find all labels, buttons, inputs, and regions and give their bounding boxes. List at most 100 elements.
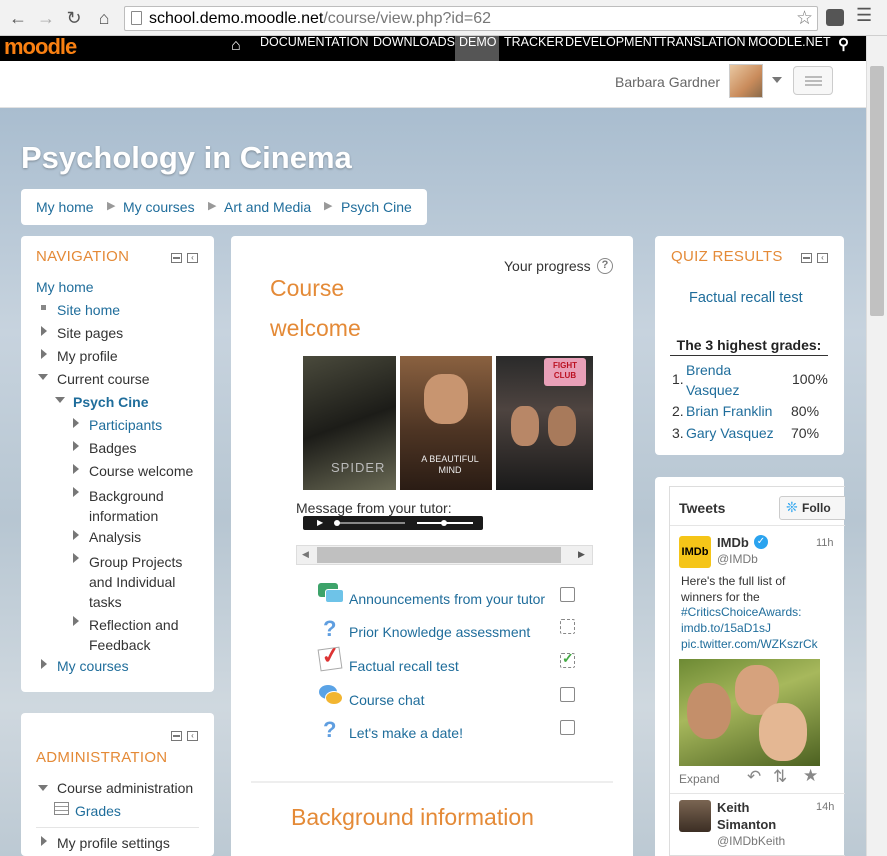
- horizontal-scrollbar[interactable]: ◀ ▶: [296, 545, 593, 565]
- nav-group-projects[interactable]: Group Projects and Individual tasks: [89, 552, 204, 612]
- tweet-link[interactable]: imdb.to/15aD1sJ: [681, 621, 771, 635]
- scrollbar[interactable]: [866, 36, 887, 856]
- activity-make-a-date[interactable]: Let's make a date!: [349, 725, 463, 741]
- nav-my-profile[interactable]: My profile: [57, 348, 118, 364]
- grade-name[interactable]: Brenda Vasquez: [686, 360, 746, 400]
- nav-badges[interactable]: Badges: [89, 440, 136, 456]
- activity-announcements[interactable]: Announcements from your tutor: [349, 591, 545, 607]
- breadcrumb-psych-cine[interactable]: Psych Cine: [341, 199, 412, 215]
- admin-course-administration[interactable]: Course administration: [57, 780, 193, 796]
- expand-icon[interactable]: [73, 418, 79, 428]
- tweet-pic-link[interactable]: pic.twitter.com/WZKszrCk: [681, 637, 818, 651]
- audio-progress-track[interactable]: [335, 522, 405, 524]
- collapse-icon[interactable]: [171, 731, 182, 741]
- reply-icon[interactable]: ↶: [747, 767, 761, 787]
- tweet-expand[interactable]: Expand: [679, 772, 720, 786]
- expand-icon[interactable]: [41, 349, 47, 359]
- breadcrumb-my-home[interactable]: My home: [36, 199, 94, 215]
- horizontal-scroll-thumb[interactable]: [317, 547, 561, 563]
- expand-icon[interactable]: [73, 616, 79, 626]
- expand-icon[interactable]: [41, 659, 47, 669]
- play-icon[interactable]: ▶: [317, 518, 323, 527]
- nav-moodle-net[interactable]: MOODLE.NET: [748, 36, 831, 61]
- dock-icon[interactable]: ‹: [187, 253, 198, 263]
- tweet2-author-name[interactable]: Keith Simanton: [717, 799, 776, 833]
- expand-icon[interactable]: [73, 487, 79, 497]
- moodle-logo[interactable]: moodle: [4, 34, 77, 60]
- dock-icon[interactable]: ‹: [817, 253, 828, 263]
- collapse-icon[interactable]: [801, 253, 812, 263]
- tweet-author-name[interactable]: IMDb: [717, 535, 749, 550]
- favorite-icon[interactable]: ★: [803, 766, 818, 786]
- poster-fight-club[interactable]: FIGHT CLUB: [496, 356, 593, 490]
- completion-checkbox[interactable]: [560, 619, 575, 634]
- grade-name[interactable]: Brian Franklin: [686, 403, 772, 419]
- activity-factual-recall-test[interactable]: Factual recall test: [349, 658, 459, 674]
- nav-site-pages[interactable]: Site pages: [57, 325, 123, 341]
- nav-tracker[interactable]: TRACKER: [504, 36, 564, 61]
- activity-prior-knowledge[interactable]: Prior Knowledge assessment: [349, 624, 530, 640]
- pocket-icon[interactable]: [826, 9, 844, 26]
- tweet2-avatar[interactable]: [679, 800, 711, 832]
- expand-icon[interactable]: [41, 326, 47, 336]
- scrollbar-thumb[interactable]: [870, 66, 884, 316]
- scroll-right-icon[interactable]: ▶: [578, 549, 585, 560]
- expand-icon[interactable]: [73, 464, 79, 474]
- home-icon[interactable]: ⌂: [92, 6, 116, 30]
- menu-icon[interactable]: ☰: [856, 5, 872, 26]
- admin-grades[interactable]: Grades: [75, 803, 121, 819]
- address-bar[interactable]: school.demo.moodle.net/course/view.php?i…: [124, 6, 818, 31]
- nav-translation[interactable]: TRANSLATION: [659, 36, 746, 61]
- quiz-link-factual-recall[interactable]: Factual recall test: [689, 290, 803, 306]
- retweet-icon[interactable]: ⇅: [773, 767, 787, 787]
- collapse-icon[interactable]: [171, 253, 182, 263]
- nav-psych-cine[interactable]: Psych Cine: [73, 394, 148, 410]
- grade-name[interactable]: Gary Vasquez: [686, 425, 774, 441]
- nav-analysis[interactable]: Analysis: [89, 529, 141, 545]
- nav-demo[interactable]: DEMO: [459, 36, 497, 61]
- help-icon[interactable]: ?: [597, 258, 613, 274]
- tweet-time[interactable]: 11h: [816, 537, 834, 549]
- follow-button[interactable]: ❊ Follo: [779, 496, 845, 520]
- expand-icon[interactable]: [41, 836, 47, 846]
- breadcrumb-art-and-media[interactable]: Art and Media: [224, 199, 311, 215]
- expand-icon[interactable]: [73, 530, 79, 540]
- audio-progress-handle[interactable]: [334, 520, 340, 526]
- nav-background-information[interactable]: Background information: [89, 486, 204, 526]
- nav-documentation[interactable]: DOCUMENTATION: [260, 36, 369, 61]
- nav-current-course[interactable]: Current course: [57, 371, 150, 387]
- tweet2-author-handle[interactable]: @IMDbKeith: [717, 834, 785, 848]
- volume-handle[interactable]: [441, 520, 447, 526]
- user-name[interactable]: Barbara Gardner: [615, 74, 720, 90]
- activity-course-chat[interactable]: Course chat: [349, 692, 424, 708]
- admin-my-profile-settings[interactable]: My profile settings: [57, 835, 170, 851]
- audio-player[interactable]: ▶: [303, 516, 483, 530]
- completion-checkbox-checked[interactable]: ✓: [560, 650, 575, 668]
- tweet-photo[interactable]: [679, 659, 820, 766]
- dock-icon[interactable]: ‹: [187, 731, 198, 741]
- reload-icon[interactable]: ↻: [62, 6, 86, 30]
- tweet-hashtag[interactable]: #CriticsChoiceAwards:: [681, 605, 802, 619]
- nav-course-welcome[interactable]: Course welcome: [89, 463, 193, 479]
- collapse-tree-icon[interactable]: [55, 397, 65, 403]
- collapse-tree-icon[interactable]: [38, 374, 48, 380]
- completion-checkbox[interactable]: [560, 720, 575, 735]
- imdb-avatar[interactable]: IMDb: [679, 536, 711, 568]
- tweet2-time[interactable]: 14h: [816, 801, 834, 813]
- nav-site-home[interactable]: Site home: [57, 302, 120, 318]
- nav-participants[interactable]: Participants: [89, 417, 162, 433]
- nav-downloads[interactable]: DOWNLOADS: [373, 36, 455, 61]
- expand-icon[interactable]: [73, 441, 79, 451]
- nav-development[interactable]: DEVELOPMENT: [565, 36, 659, 61]
- bookmark-star-icon[interactable]: ☆: [796, 7, 813, 30]
- breadcrumb-my-courses[interactable]: My courses: [123, 199, 195, 215]
- nav-reflection-feedback[interactable]: Reflection and Feedback: [89, 615, 204, 655]
- avatar[interactable]: [729, 64, 763, 98]
- tweet-author-handle[interactable]: @IMDb: [717, 552, 758, 566]
- completion-checkbox[interactable]: [560, 587, 575, 602]
- nav-my-home[interactable]: My home: [36, 279, 94, 295]
- collapse-tree-icon[interactable]: [38, 785, 48, 791]
- scroll-left-icon[interactable]: ◀: [302, 549, 309, 560]
- nav-my-courses[interactable]: My courses: [57, 658, 129, 674]
- back-icon[interactable]: ←: [6, 6, 30, 30]
